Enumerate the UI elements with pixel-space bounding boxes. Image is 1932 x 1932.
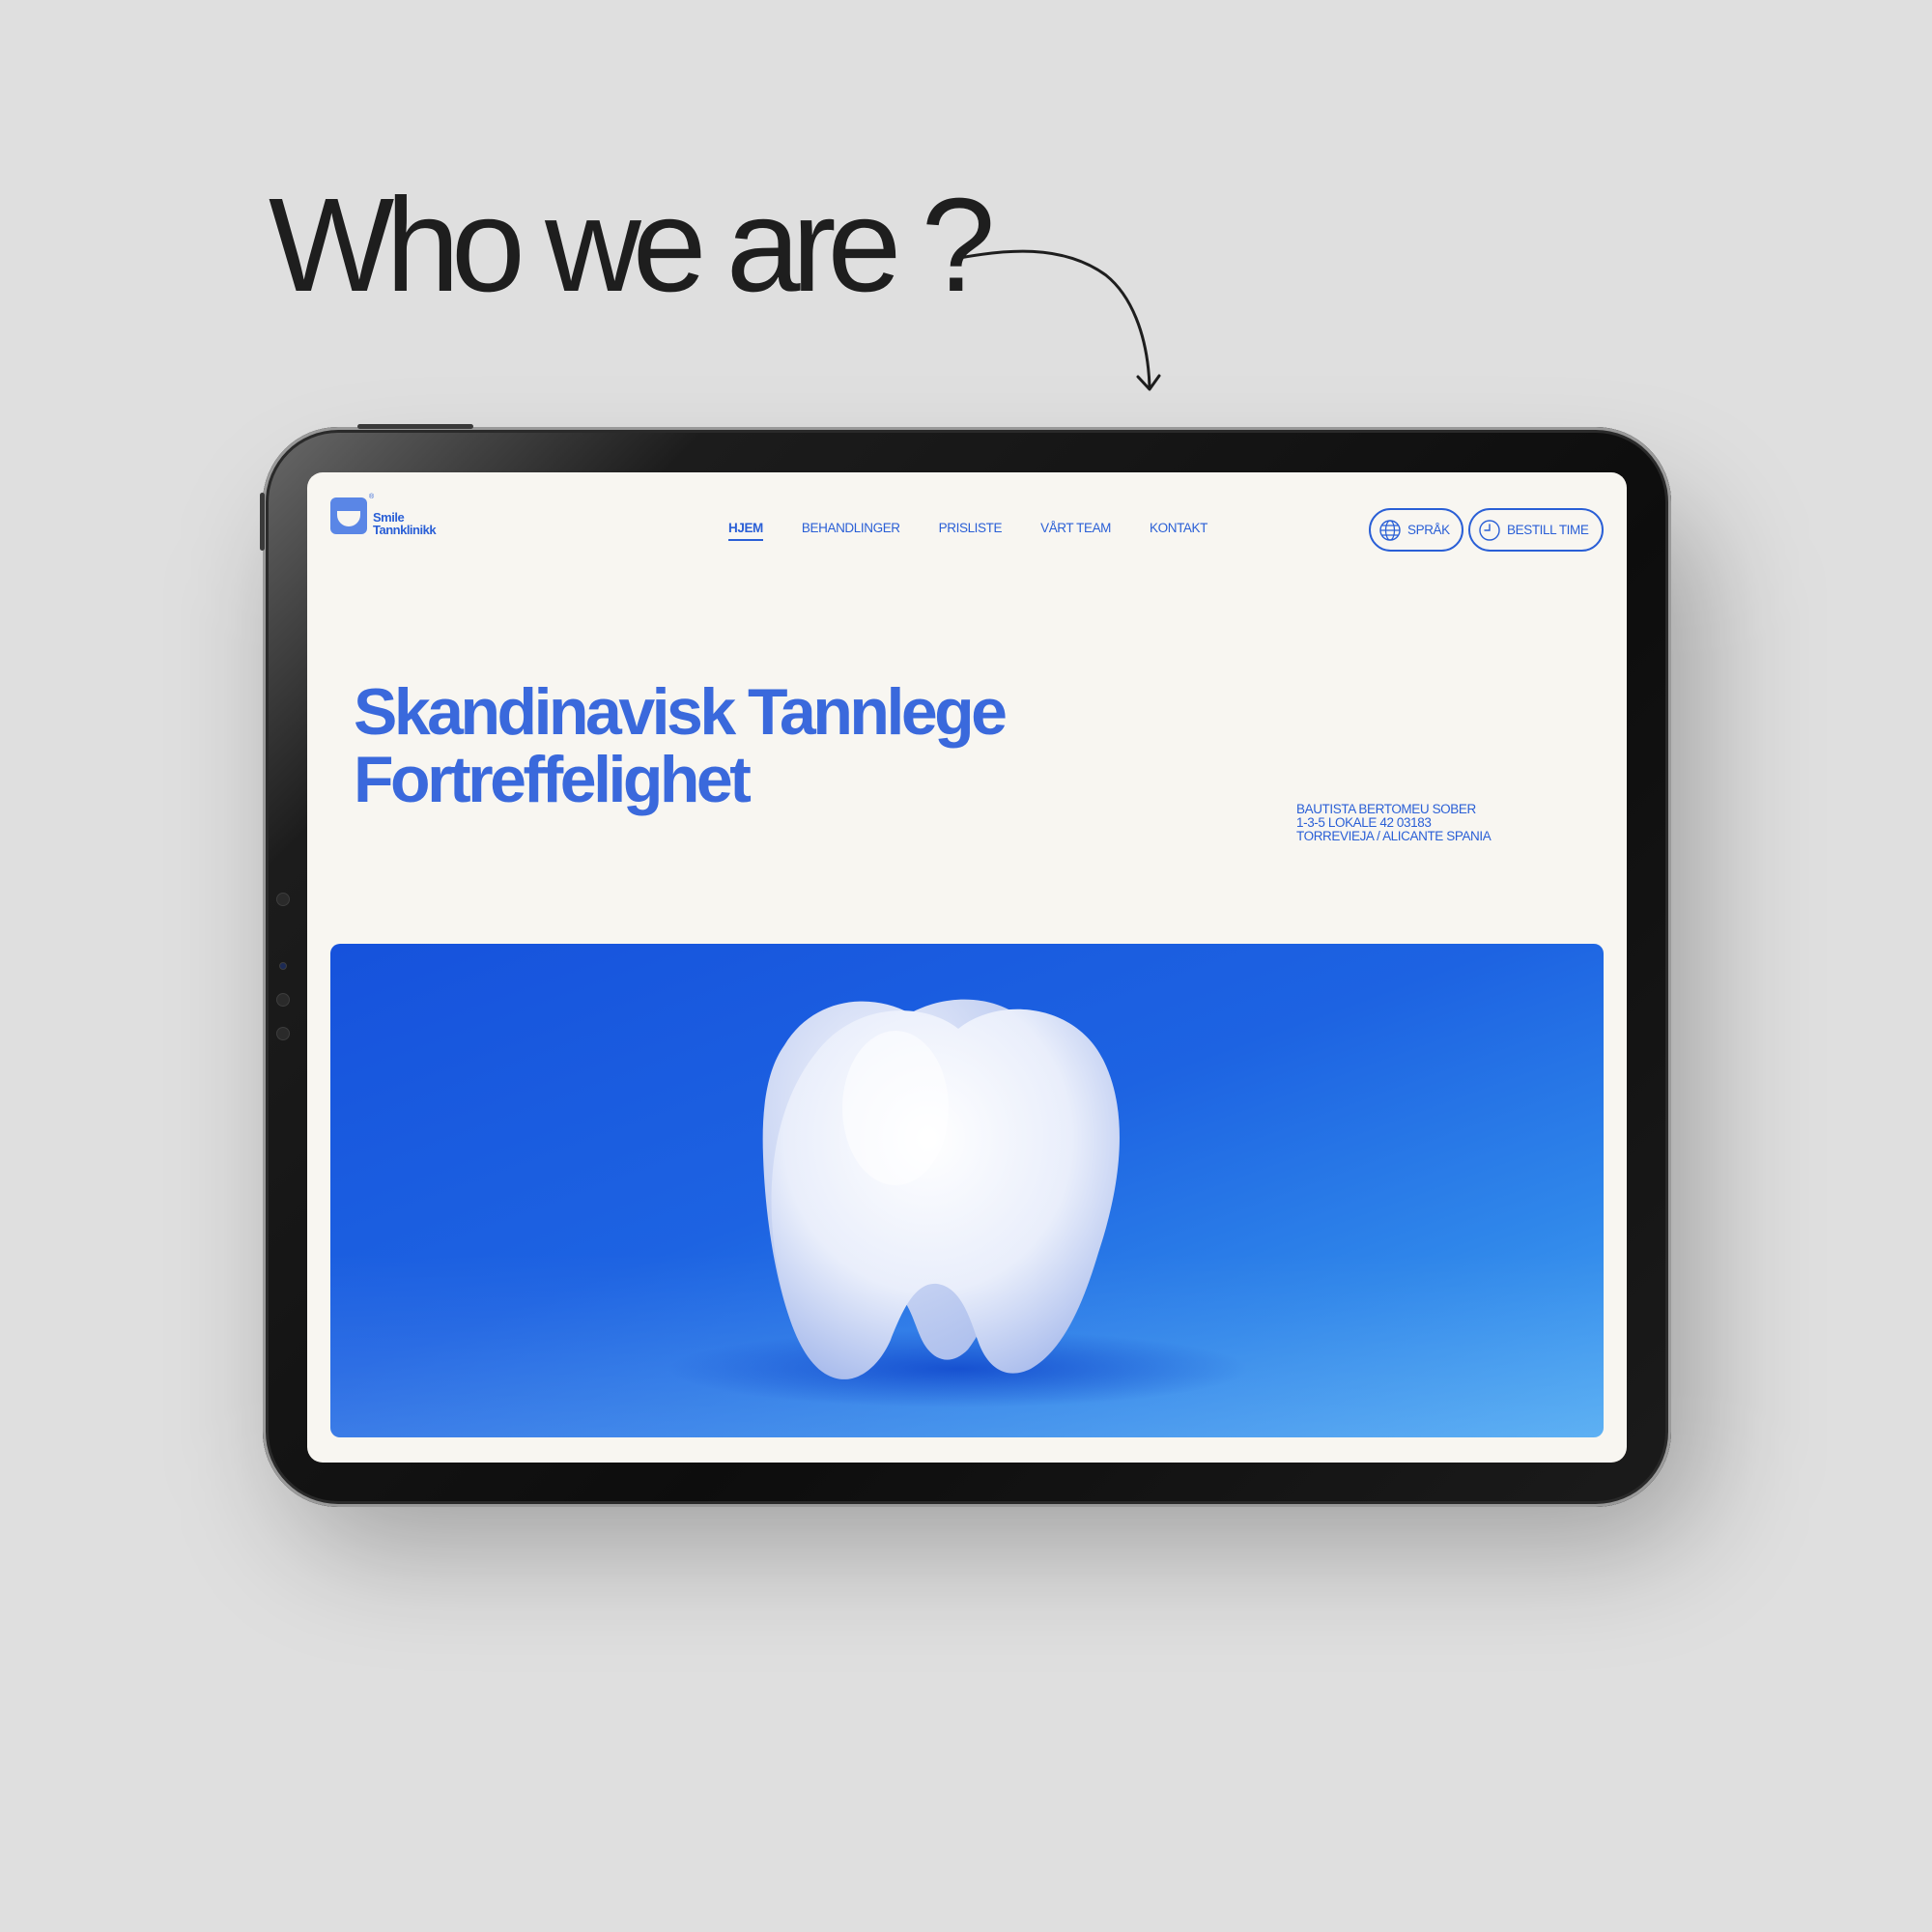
book-label: BESTILL TIME [1507, 523, 1589, 537]
address-line1: BAUTISTA BERTOMEU SOBER [1296, 802, 1476, 816]
address-line3: TORREVIEJA / ALICANTE SPANIA [1296, 829, 1492, 843]
main-nav: HJEM BEHANDLINGER PRISLISTE VÅRT TEAM KO… [728, 521, 1208, 541]
sensor-dot [279, 962, 287, 970]
language-label: SPRÅK [1407, 523, 1450, 537]
clinic-address: BAUTISTA BERTOMEU SOBER 1-3-5 LOKALE 42 … [1296, 802, 1492, 843]
nav-item-kontakt[interactable]: KONTAKT [1150, 521, 1208, 541]
book-appointment-button[interactable]: BESTILL TIME [1468, 508, 1604, 552]
registered-mark: ® [369, 494, 375, 500]
address-line2: 1-3-5 LOKALE 42 03183 [1296, 815, 1432, 830]
nav-item-behandlinger[interactable]: BEHANDLINGER [802, 521, 900, 541]
top-button [406, 424, 473, 429]
side-button [260, 493, 265, 551]
nav-item-hjem[interactable]: HJEM [728, 521, 763, 541]
tooth-illustration [330, 999, 1604, 1437]
brand-logo[interactable]: ® Smile Tannklinikk [330, 494, 437, 537]
headline: Who we are ? [269, 171, 995, 320]
brand-name-line2: Tannklinikk [373, 523, 437, 537]
globe-icon [1379, 519, 1401, 541]
mic-dot [276, 993, 290, 1007]
brand-name: Smile Tannklinikk [373, 511, 437, 537]
curved-arrow-icon [952, 249, 1161, 391]
mic-dot [276, 1027, 290, 1040]
tablet-screen: ® Smile Tannklinikk HJEM BEHANDLINGER PR… [307, 472, 1627, 1463]
hero-title-line1: Skandinavisk Tannlege [354, 675, 1008, 749]
hero-title: Skandinavisk Tannlege Fortreffelighet [354, 675, 1008, 816]
language-button[interactable]: SPRÅK [1369, 508, 1463, 552]
camera-dot [276, 893, 290, 906]
clock-icon [1479, 519, 1500, 541]
hero-tooth-image [330, 944, 1604, 1437]
hero-title-line2: Fortreffelighet [354, 743, 752, 816]
nav-item-prisliste[interactable]: PRISLISTE [939, 521, 1003, 541]
nav-item-vart-team[interactable]: VÅRT TEAM [1040, 521, 1111, 541]
smile-logo-icon [330, 497, 367, 534]
